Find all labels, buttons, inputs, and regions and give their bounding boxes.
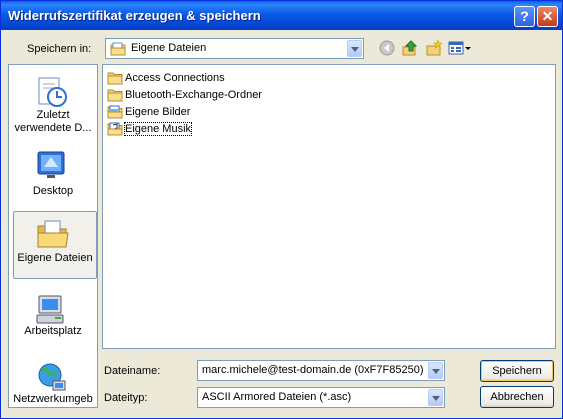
location-value: Eigene Dateien <box>131 42 207 54</box>
location-combo[interactable]: Eigene Dateien <box>105 38 364 59</box>
place-label: Zuletzt verwendete D... <box>14 109 92 134</box>
place-my-documents[interactable]: Eigene Dateien <box>13 211 97 279</box>
view-menu-icon[interactable] <box>448 40 472 56</box>
places-bar: Zuletzt verwendete D... Desktop Eigene D… <box>8 64 98 408</box>
place-label: Netzwerkumgeb <box>13 393 93 405</box>
place-label: Eigene Dateien <box>17 252 93 264</box>
filename-value: marc.michele@test-domain.de (0xF7F85250)… <box>202 364 426 376</box>
folder-icon <box>107 89 123 102</box>
desktop-icon <box>37 151 65 178</box>
place-my-computer[interactable]: Arbeitsplatz <box>10 287 96 349</box>
filename-dropdown-button[interactable] <box>428 362 443 379</box>
filetype-label: Dateityp: <box>104 392 148 404</box>
place-label: Arbeitsplatz <box>24 325 82 337</box>
filename-label: Dateiname: <box>104 365 161 377</box>
network-icon <box>38 363 66 391</box>
filetype-dropdown-button[interactable] <box>428 389 443 406</box>
filename-field[interactable]: marc.michele@test-domain.de (0xF7F85250)… <box>197 360 445 381</box>
file-list[interactable]: Access Connections Bluetooth-Exchange-Or… <box>102 64 556 349</box>
place-desktop[interactable]: Desktop <box>10 143 96 205</box>
place-network[interactable]: Netzwerkumgeb <box>10 355 96 407</box>
folder-icon <box>107 72 123 85</box>
title-bar[interactable]: Widerrufszertifikat erzeugen & speichern… <box>1 1 562 30</box>
location-dropdown-button[interactable] <box>347 40 362 57</box>
save-button[interactable]: Speichern <box>480 360 554 382</box>
close-button[interactable]: ✕ <box>537 6 558 27</box>
back-icon[interactable] <box>379 40 395 56</box>
music-folder-icon <box>107 122 123 136</box>
save-in-label: Speichern in: <box>27 43 92 55</box>
place-label: Desktop <box>32 185 74 197</box>
recent-documents-icon <box>38 77 67 107</box>
file-name: Eigene Musik <box>123 122 193 136</box>
filetype-select[interactable]: ASCII Armored Dateien (*.asc) <box>197 387 445 408</box>
cancel-button[interactable]: Abbrechen <box>480 386 554 408</box>
my-documents-icon <box>37 220 69 248</box>
up-folder-icon[interactable] <box>402 40 418 56</box>
place-recent[interactable]: Zuletzt verwendete D... <box>10 69 96 139</box>
file-name: Eigene Bilder <box>125 106 191 118</box>
pictures-folder-icon <box>107 105 123 119</box>
help-button[interactable]: ? <box>514 6 535 27</box>
filetype-value: ASCII Armored Dateien (*.asc) <box>202 391 352 403</box>
my-computer-icon <box>36 295 64 324</box>
file-name: Access Connections <box>125 72 225 84</box>
file-name: Bluetooth-Exchange-Ordner <box>125 89 262 101</box>
window-title: Widerrufszertifikat erzeugen & speichern <box>8 8 261 23</box>
my-documents-icon <box>110 42 126 56</box>
save-dialog: Widerrufszertifikat erzeugen & speichern… <box>0 0 563 419</box>
new-folder-icon[interactable] <box>426 40 442 56</box>
